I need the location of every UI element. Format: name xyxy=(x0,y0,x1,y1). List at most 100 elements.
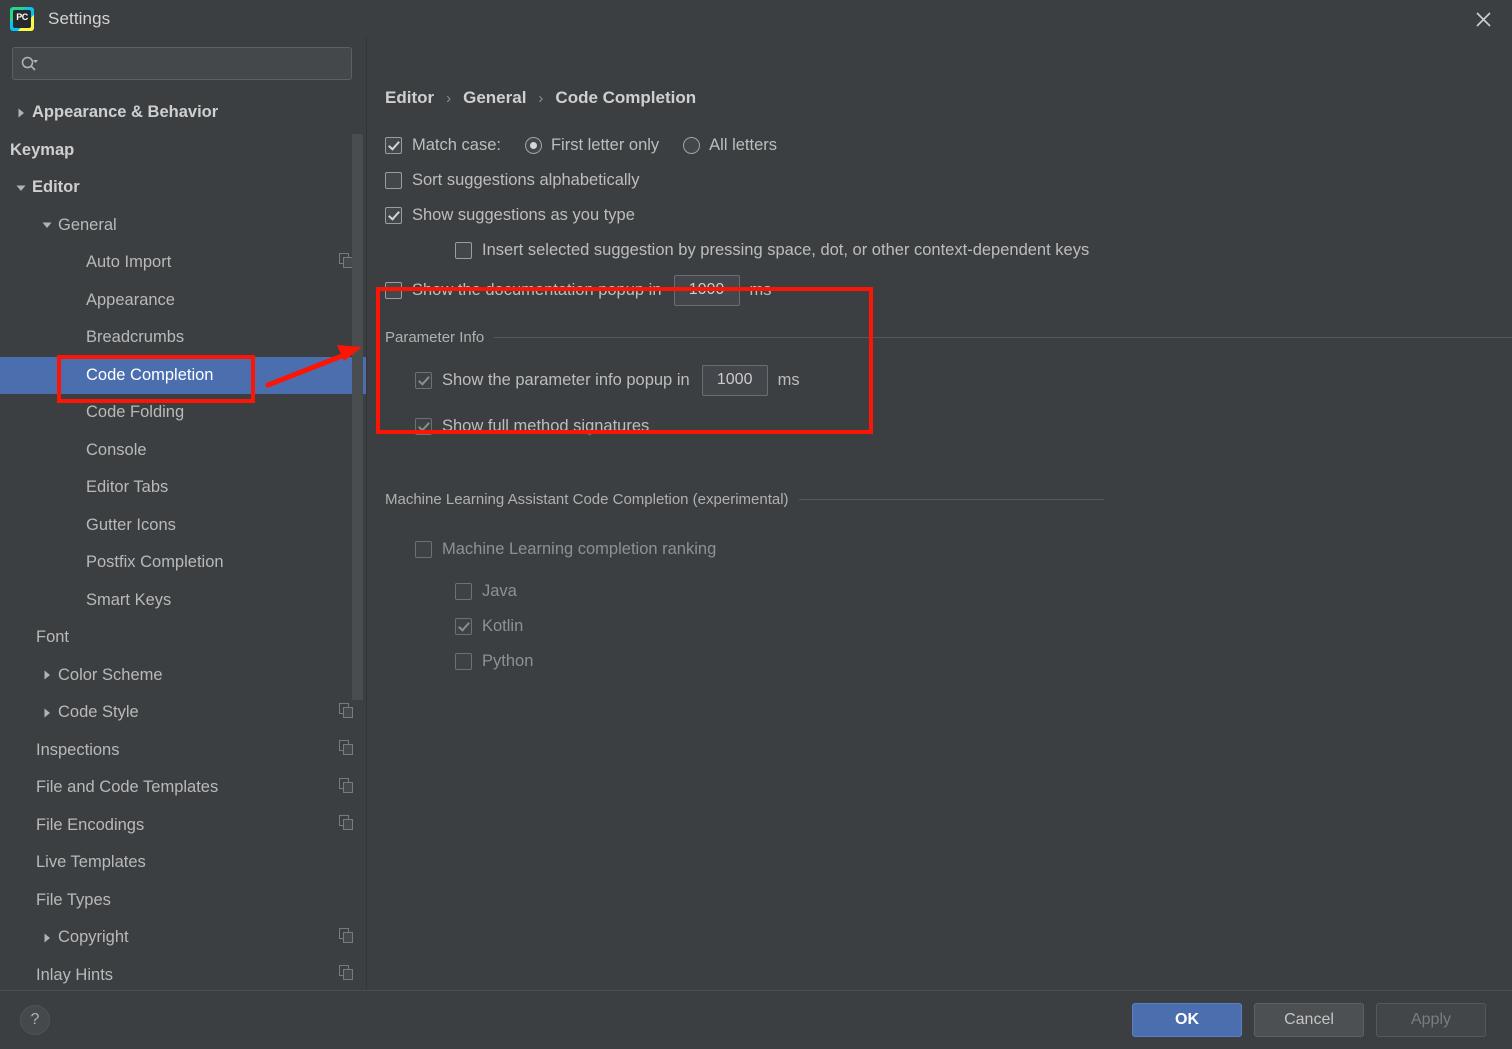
search-icon xyxy=(21,56,39,72)
question-mark-icon[interactable]: ? xyxy=(20,1005,50,1035)
breadcrumb: Editor › General › Code Completion xyxy=(367,88,1512,108)
sidebar-item-label: File and Code Templates xyxy=(36,778,219,797)
chevron-right-icon[interactable] xyxy=(36,932,58,944)
breadcrumb-item-general[interactable]: General xyxy=(463,88,526,108)
sidebar-item-file-types[interactable]: File Types xyxy=(0,882,366,920)
copy-settings-icon[interactable] xyxy=(339,702,354,723)
documentation-popup-checkbox[interactable] xyxy=(385,281,402,299)
chevron-down-icon[interactable] xyxy=(10,182,32,194)
sidebar-item-label: General xyxy=(58,215,117,234)
sidebar-item-editor-tabs[interactable]: Editor Tabs xyxy=(0,469,366,507)
sidebar-item-inlay-hints[interactable]: Inlay Hints xyxy=(0,957,366,991)
match-case-checkbox[interactable] xyxy=(385,137,402,154)
ml-kotlin-checkbox[interactable] xyxy=(455,618,472,635)
sidebar-item-label: Editor Tabs xyxy=(86,478,169,497)
ml-python-checkbox[interactable] xyxy=(455,653,472,670)
sidebar-item-label: File Types xyxy=(36,890,111,909)
breadcrumb-item-editor[interactable]: Editor xyxy=(385,88,434,108)
parameter-info-group-label: Parameter Info xyxy=(385,328,485,346)
sidebar-item-label: Inspections xyxy=(36,740,120,759)
close-icon[interactable] xyxy=(1454,0,1512,38)
sidebar-item-editor[interactable]: Editor xyxy=(0,169,366,207)
sidebar-item-auto-import[interactable]: Auto Import xyxy=(0,244,366,282)
sidebar-scrollbar[interactable] xyxy=(352,134,363,700)
sidebar-item-label: Appearance xyxy=(86,290,175,309)
sidebar-item-label: Code Style xyxy=(58,703,139,722)
documentation-popup-unit: ms xyxy=(749,280,772,299)
all-letters-label: All letters xyxy=(709,136,778,154)
footer-buttons: OK Cancel Apply xyxy=(1132,1003,1486,1037)
search-box[interactable] xyxy=(12,47,352,80)
first-letter-only-radio[interactable] xyxy=(524,137,542,154)
documentation-popup-label: Show the documentation popup in xyxy=(412,280,662,299)
title-bar: Settings xyxy=(0,0,1512,38)
copy-settings-icon[interactable] xyxy=(339,740,354,760)
sidebar-item-code-style[interactable]: Code Style xyxy=(0,694,366,732)
documentation-popup-delay-input[interactable] xyxy=(673,274,740,306)
chevron-right-icon[interactable] xyxy=(36,669,58,681)
search-area xyxy=(0,38,366,80)
parameter-info-popup-label: Show the parameter info popup in xyxy=(442,370,690,389)
sidebar-item-appearance[interactable]: Appearance xyxy=(0,282,366,320)
sidebar-item-code-folding[interactable]: Code Folding xyxy=(0,394,366,432)
ml-java-checkbox[interactable] xyxy=(455,583,472,600)
apply-button[interactable]: Apply xyxy=(1376,1003,1486,1037)
copy-settings-icon[interactable] xyxy=(339,927,354,948)
full-method-signatures-checkbox[interactable] xyxy=(415,417,432,435)
sidebar-item-file-encodings[interactable]: File Encodings xyxy=(0,807,366,845)
ml-assistant-group-header: Machine Learning Assistant Code Completi… xyxy=(367,486,1512,512)
show-suggestions-checkbox[interactable] xyxy=(385,207,402,224)
sidebar-item-gutter-icons[interactable]: Gutter Icons xyxy=(0,507,366,545)
sidebar-item-code-completion[interactable]: Code Completion xyxy=(0,356,366,394)
sidebar-item-console[interactable]: Console xyxy=(0,432,366,470)
ml-python-label: Python xyxy=(482,652,534,670)
settings-sidebar: Appearance & Behavior Keymap Editor General… xyxy=(0,38,367,990)
settings-dialog: Settings xyxy=(0,0,1512,1049)
group-divider xyxy=(494,336,1512,338)
dialog-footer: ? OK Cancel Apply xyxy=(0,990,1512,1049)
parameter-info-popup-unit: ms xyxy=(777,370,800,389)
insert-selected-row: Insert selected suggestion by pressing s… xyxy=(367,233,1512,268)
insert-selected-checkbox[interactable] xyxy=(455,242,472,259)
match-case-row: Match case: First letter only All letter… xyxy=(367,128,1512,163)
parameter-info-group-header: Parameter Info xyxy=(367,324,1512,350)
ok-button[interactable]: OK xyxy=(1132,1003,1242,1037)
sidebar-item-general[interactable]: General xyxy=(0,207,366,245)
dialog-body: Appearance & Behavior Keymap Editor General… xyxy=(0,38,1512,990)
chevron-down-icon[interactable] xyxy=(36,219,58,231)
sidebar-item-label: Console xyxy=(86,440,147,459)
cancel-button[interactable]: Cancel xyxy=(1254,1003,1364,1037)
sidebar-item-label: Gutter Icons xyxy=(86,515,176,534)
insert-selected-label: Insert selected suggestion by pressing s… xyxy=(482,241,1090,259)
sort-suggestions-checkbox[interactable] xyxy=(385,172,402,189)
chevron-right-icon[interactable] xyxy=(10,107,32,119)
sidebar-item-copyright[interactable]: Copyright xyxy=(0,919,366,957)
copy-settings-icon[interactable] xyxy=(339,965,354,985)
sidebar-item-font[interactable]: Font xyxy=(0,619,366,657)
sidebar-item-inspections[interactable]: Inspections xyxy=(0,732,366,770)
show-suggestions-label: Show suggestions as you type xyxy=(412,206,635,224)
sidebar-item-keymap[interactable]: Keymap xyxy=(0,132,366,170)
breadcrumb-item-code-completion: Code Completion xyxy=(555,88,697,107)
sidebar-item-label: Smart Keys xyxy=(86,590,172,609)
search-input[interactable] xyxy=(45,55,343,72)
chevron-right-icon[interactable] xyxy=(36,707,58,719)
sidebar-item-file-and-code-templates[interactable]: File and Code Templates xyxy=(0,769,366,807)
sidebar-item-smart-keys[interactable]: Smart Keys xyxy=(0,582,366,620)
sidebar-item-breadcrumbs[interactable]: Breadcrumbs xyxy=(0,319,366,357)
parameter-info-delay-input[interactable] xyxy=(701,364,768,396)
copy-settings-icon[interactable] xyxy=(339,815,354,835)
all-letters-radio[interactable] xyxy=(683,137,701,154)
parameter-info-popup-checkbox[interactable] xyxy=(415,371,432,389)
sidebar-item-postfix-completion[interactable]: Postfix Completion xyxy=(0,544,366,582)
sidebar-item-color-scheme[interactable]: Color Scheme xyxy=(0,657,366,695)
sort-suggestions-row: Sort suggestions alphabetically xyxy=(367,163,1512,198)
sidebar-item-live-templates[interactable]: Live Templates xyxy=(0,844,366,882)
copy-settings-icon[interactable] xyxy=(339,777,354,798)
sidebar-item-appearance-behavior[interactable]: Appearance & Behavior xyxy=(0,94,366,132)
show-suggestions-row: Show suggestions as you type xyxy=(367,198,1512,233)
sidebar-item-label: Appearance & Behavior xyxy=(32,103,219,122)
sidebar-item-label: Color Scheme xyxy=(58,665,163,684)
ml-ranking-checkbox[interactable] xyxy=(415,540,432,558)
ml-kotlin-label: Kotlin xyxy=(482,617,524,635)
